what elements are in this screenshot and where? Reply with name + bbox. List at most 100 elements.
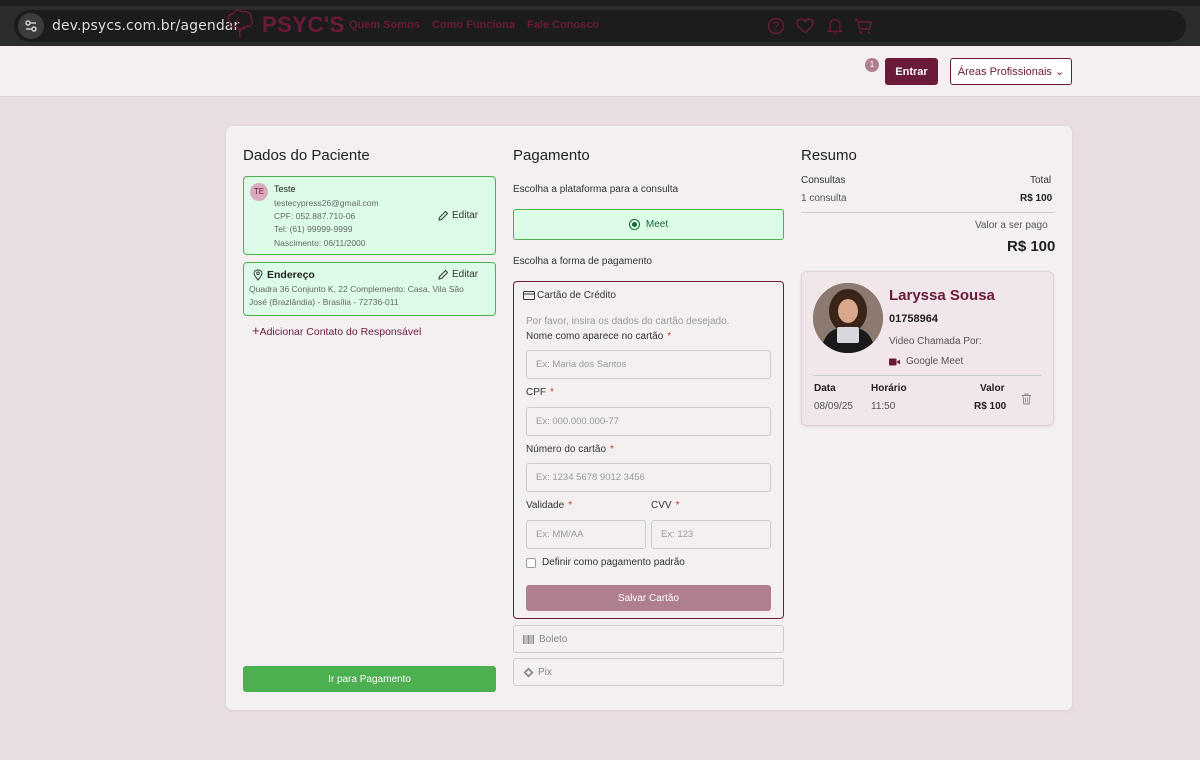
professional-areas-label: Áreas Profissionais <box>957 66 1052 78</box>
patient-cpf: CPF: 052.887.710-06 <box>274 211 356 221</box>
edit-address-label: Editar <box>452 269 479 280</box>
site-logo[interactable]: PSYC'S <box>224 8 345 42</box>
amount-due-label: Valor a ser pago <box>975 220 1048 231</box>
cpf-label-text: CPF <box>526 387 546 398</box>
consultations-count: 1 consulta <box>801 193 847 204</box>
heart-icon[interactable] <box>795 16 815 36</box>
total-header: Total <box>1030 175 1052 186</box>
brain-tree-icon <box>227 9 254 39</box>
default-payment-checkbox[interactable] <box>526 558 536 568</box>
address-line-2: José (Brazlândia) - Brasília - 72736-011 <box>249 297 399 307</box>
cvv-label-text: CVV <box>651 500 672 511</box>
total-value: R$ 100 <box>1020 193 1053 204</box>
chevron-down-icon: ⌄ <box>1051 66 1065 78</box>
cart-count-badge: 1 <box>865 58 879 72</box>
cpf-input[interactable] <box>526 407 771 436</box>
barcode-icon <box>523 634 534 644</box>
call-platform-label: Google Meet <box>906 356 964 367</box>
patient-phone: Tel: (61) 99999-9999 <box>274 224 353 234</box>
platform-option-meet[interactable]: Meet <box>513 209 784 240</box>
summary-divider <box>801 212 1054 213</box>
payment-option-pix[interactable]: Pix <box>513 658 784 686</box>
required-mark: * <box>610 444 614 455</box>
platform-option-label: Meet <box>645 219 669 230</box>
platform-label: Escolha a plataforma para a consulta <box>513 184 679 195</box>
pencil-icon <box>438 210 449 221</box>
appointment-time: 11:50 <box>871 401 896 412</box>
bell-icon[interactable] <box>825 16 845 36</box>
payment-method-label: Escolha a forma de pagamento <box>513 256 652 267</box>
radio-selected-icon <box>628 219 640 230</box>
cpf-label: CPF * <box>526 387 554 398</box>
address-bar[interactable]: dev.psycs.com.br/agendar <box>14 10 1186 42</box>
card-number-input[interactable] <box>526 463 771 492</box>
login-button[interactable]: Entrar <box>885 58 938 85</box>
patient-email: testecypress26@gmail.com <box>274 198 379 208</box>
url-text: dev.psycs.com.br/agendar <box>52 18 240 34</box>
appointment-date: 08/09/25 <box>814 401 853 412</box>
video-call-label: Video Chamada Por: <box>889 336 982 347</box>
site-settings-icon[interactable] <box>18 13 44 39</box>
pencil-icon <box>438 269 449 280</box>
brand-name: PSYC'S <box>262 12 345 37</box>
card-number-label-text: Número do cartão <box>526 444 607 455</box>
help-icon[interactable] <box>766 16 786 36</box>
professional-name: Laryssa Sousa <box>889 287 995 304</box>
boleto-label: Boleto <box>539 633 568 645</box>
card-name-input[interactable] <box>526 350 771 379</box>
payment-section-title: Pagamento <box>513 147 590 164</box>
card-number-label: Número do cartão * <box>526 444 614 455</box>
validity-input[interactable] <box>526 520 646 549</box>
consultations-header: Consultas <box>801 175 846 186</box>
credit-card-title: Cartão de Crédito <box>537 290 616 301</box>
professional-register: 01758964 <box>889 313 938 325</box>
card-hint: Por favor, insira os dados do cartão des… <box>526 316 730 327</box>
pix-label: Pix <box>538 666 552 678</box>
payment-option-boleto[interactable]: Boleto <box>513 625 784 653</box>
patient-avatar: TE <box>250 183 268 201</box>
video-camera-icon <box>889 358 900 365</box>
validity-label-text: Validade <box>526 500 565 511</box>
edit-patient-button[interactable]: Editar <box>438 210 478 221</box>
cvv-label: CVV * <box>651 500 679 511</box>
professional-avatar <box>813 283 883 353</box>
patient-section-title: Dados do Paciente <box>243 147 370 164</box>
save-card-button[interactable]: Salvar Cartão <box>526 585 771 611</box>
edit-patient-label: Editar <box>452 210 479 221</box>
time-header: Horário <box>871 383 907 394</box>
add-guardian-contact-button[interactable]: +Adicionar Contato do Responsável <box>252 323 421 338</box>
patient-name: Teste <box>274 184 296 194</box>
edit-address-button[interactable]: Editar <box>438 269 478 280</box>
address-title: Endereço <box>267 269 315 281</box>
credit-card-icon <box>523 291 535 300</box>
nav-como-funciona[interactable]: Como Funciona <box>432 19 515 31</box>
default-payment-label: Definir como pagamento padrão <box>542 557 685 568</box>
trash-icon[interactable] <box>1021 392 1032 410</box>
appointment-value: R$ 100 <box>974 401 1007 412</box>
plus-icon: + <box>252 323 260 338</box>
patient-birthdate: Nascimento: 06/11/2000 <box>274 238 366 248</box>
required-mark: * <box>568 500 573 511</box>
cvv-input[interactable] <box>651 520 771 549</box>
professional-areas-dropdown[interactable]: Áreas Profissionais ⌄ <box>950 58 1072 85</box>
address-line-1: Quadra 36 Conjunto K, 22 Complemento: Ca… <box>249 284 464 294</box>
go-to-payment-button[interactable]: Ir para Pagamento <box>243 666 496 692</box>
browser-toolbar: dev.psycs.com.br/agendar <box>0 6 1200 46</box>
professional-divider <box>813 375 1041 376</box>
main-nav: Quem Somos Como Funciona Fale Conosco <box>349 19 599 31</box>
nav-quem-somos[interactable]: Quem Somos <box>349 19 420 31</box>
add-guardian-contact-label: Adicionar Contato do Responsável <box>259 326 422 338</box>
credit-card-tab[interactable]: Cartão de Crédito <box>523 290 616 301</box>
card-name-label: Nome como aparece no cartão * <box>526 331 671 342</box>
card-name-label-text: Nome como aparece no cartão <box>526 331 664 342</box>
nav-fale-conosco[interactable]: Fale Conosco <box>527 19 599 31</box>
amount-due-value: R$ 100 <box>1007 238 1056 255</box>
required-mark: * <box>667 331 672 342</box>
validity-label: Validade * <box>526 500 572 511</box>
pix-icon <box>523 667 534 677</box>
required-mark: * <box>550 387 554 398</box>
required-mark: * <box>675 500 680 511</box>
date-header: Data <box>814 383 836 394</box>
cart-icon[interactable] <box>853 16 873 36</box>
summary-section-title: Resumo <box>801 147 857 164</box>
